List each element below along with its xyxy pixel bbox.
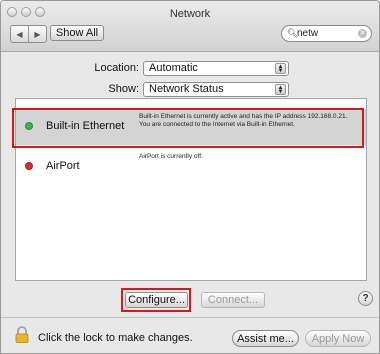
clear-search-icon[interactable]: ✕ <box>358 29 367 38</box>
location-popup[interactable]: Automatic ▲ ▼ <box>143 61 289 76</box>
back-arrow-icon[interactable]: ◀ <box>11 26 28 42</box>
divider <box>1 317 379 318</box>
network-preferences-window: Network ◀ ▶ Show All 🔍︎ ✕ Location: Auto… <box>0 0 380 354</box>
location-value: Automatic <box>149 62 198 74</box>
search-field: 🔍︎ ✕ <box>281 25 372 42</box>
status-red-icon <box>25 162 33 170</box>
popup-arrows-icon: ▲ ▼ <box>275 63 286 74</box>
show-all-button[interactable]: Show All <box>50 25 104 41</box>
service-description: AirPort is currently off. <box>139 153 203 160</box>
service-name: AirPort <box>46 160 80 172</box>
help-button[interactable]: ? <box>358 291 373 306</box>
assist-me-button[interactable]: Assist me... <box>232 330 299 347</box>
show-popup[interactable]: Network Status ▲ ▼ <box>143 82 289 97</box>
configure-highlight-box <box>121 288 191 312</box>
title-bar: Network ◀ ▶ Show All 🔍︎ ✕ <box>1 1 379 52</box>
popup-arrows-icon: ▲ ▼ <box>275 84 286 95</box>
search-input[interactable] <box>297 27 355 40</box>
back-forward-control: ◀ ▶ <box>10 25 47 43</box>
connect-button[interactable]: Connect... <box>201 292 265 308</box>
lock-message: Click the lock to make changes. <box>38 332 193 344</box>
show-label: Show: <box>108 83 139 95</box>
apply-now-button[interactable]: Apply Now <box>305 330 371 347</box>
forward-arrow-icon[interactable]: ▶ <box>28 26 46 42</box>
lock-icon[interactable] <box>15 326 29 343</box>
ethernet-highlight-box <box>12 108 364 148</box>
show-value: Network Status <box>149 83 224 95</box>
location-label: Location: <box>94 62 139 74</box>
service-row-airport[interactable]: AirPort AirPort is currently off. <box>16 149 366 185</box>
window-title: Network <box>169 8 211 20</box>
